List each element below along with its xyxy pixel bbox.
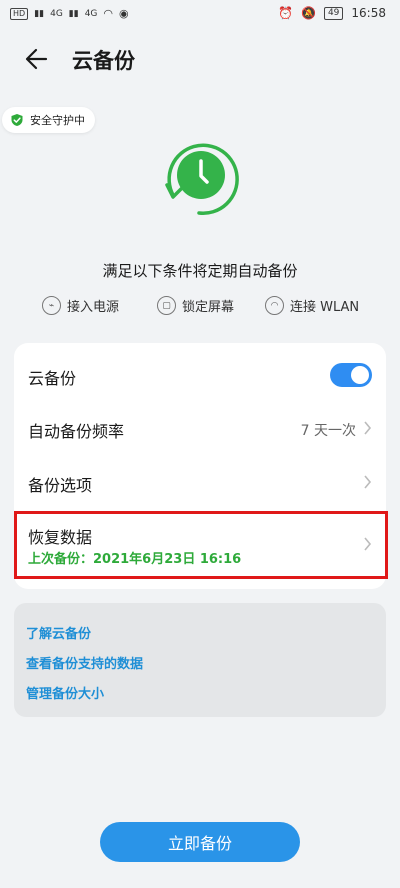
last-backup-time: 上次备份：2021年6月23日 16:16 bbox=[28, 552, 242, 567]
chat-icon: ◉ bbox=[119, 7, 129, 20]
hd-badge: HD bbox=[10, 7, 29, 20]
status-bar: HD ▮▮ 4G ▮▮ 4G ◠ ◉ ⏰ 🔕 49 16:58 bbox=[0, 0, 400, 28]
supported-data-link[interactable]: 查看备份支持的数据 bbox=[26, 653, 143, 672]
conditions-list: ⌁ 接入电源 ▢ 锁定屏幕 ◠ 连接 WLAN bbox=[0, 296, 400, 318]
header: 云备份 bbox=[0, 36, 400, 82]
restore-data-row[interactable]: 恢复数据 上次备份：2021年6月23日 16:16 bbox=[14, 515, 386, 581]
settings-card: 云备份 自动备份频率 7 天一次 备份选项 恢复数据 上次备份：2021年6月2… bbox=[14, 343, 386, 589]
cloud-backup-label: 云备份 bbox=[28, 369, 77, 388]
shield-check-icon bbox=[11, 114, 23, 126]
guard-label: 安全守护中 bbox=[30, 114, 85, 127]
condition-power: ⌁ 接入电源 bbox=[42, 296, 119, 315]
wifi-icon: ◠ bbox=[265, 296, 284, 315]
clock-time: 16:58 bbox=[351, 6, 386, 20]
cloud-backup-row[interactable]: 云备份 bbox=[14, 343, 386, 407]
condition-wlan: ◠ 连接 WLAN bbox=[265, 296, 359, 315]
signal-icon: ▮▮ bbox=[34, 8, 45, 19]
backup-clock-icon bbox=[155, 133, 245, 223]
chevron-right-icon bbox=[364, 537, 372, 551]
backup-frequency-label: 自动备份频率 bbox=[28, 422, 125, 441]
condition-lock: ▢ 锁定屏幕 bbox=[157, 296, 234, 315]
backup-frequency-value: 7 天一次 bbox=[300, 423, 356, 439]
security-guard-chip[interactable]: 安全守护中 bbox=[2, 107, 95, 133]
status-bar-left: HD ▮▮ 4G ▮▮ 4G ◠ ◉ bbox=[10, 7, 129, 20]
manage-backup-size-link[interactable]: 管理备份大小 bbox=[26, 683, 104, 702]
wifi-status-icon: ◠ bbox=[103, 7, 114, 20]
learn-cloud-backup-link[interactable]: 了解云备份 bbox=[26, 623, 91, 642]
condition-wlan-label: 连接 WLAN bbox=[290, 300, 360, 315]
help-links-card: 了解云备份 查看备份支持的数据 管理备份大小 bbox=[14, 603, 386, 717]
toggle-knob bbox=[351, 366, 369, 384]
battery-indicator: 49 bbox=[323, 6, 344, 20]
network-badge-1: 4G bbox=[50, 8, 63, 19]
conditions-title: 满足以下条件将定期自动备份 bbox=[102, 262, 298, 280]
backup-now-button[interactable]: 立即备份 bbox=[100, 822, 300, 862]
chevron-right-icon bbox=[364, 421, 372, 435]
backup-options-label: 备份选项 bbox=[28, 476, 93, 495]
lock-icon: ▢ bbox=[157, 296, 176, 315]
mute-icon: 🔕 bbox=[301, 6, 316, 20]
condition-lock-label: 锁定屏幕 bbox=[182, 300, 235, 315]
cloud-backup-toggle[interactable] bbox=[330, 363, 372, 387]
chevron-right-icon bbox=[364, 475, 372, 489]
back-arrow-icon[interactable] bbox=[22, 44, 56, 74]
plug-icon: ⌁ bbox=[42, 296, 61, 315]
restore-data-label: 恢复数据 bbox=[28, 528, 93, 547]
alarm-icon: ⏰ bbox=[278, 6, 293, 20]
network-badge-2: 4G bbox=[84, 8, 98, 19]
status-bar-right: ⏰ 🔕 49 16:58 bbox=[278, 6, 386, 20]
page-title: 云备份 bbox=[72, 49, 135, 73]
backup-frequency-row[interactable]: 自动备份频率 7 天一次 bbox=[14, 407, 386, 461]
condition-power-label: 接入电源 bbox=[67, 300, 120, 315]
signal-icon-2: ▮▮ bbox=[68, 8, 79, 19]
backup-options-row[interactable]: 备份选项 bbox=[14, 461, 386, 515]
